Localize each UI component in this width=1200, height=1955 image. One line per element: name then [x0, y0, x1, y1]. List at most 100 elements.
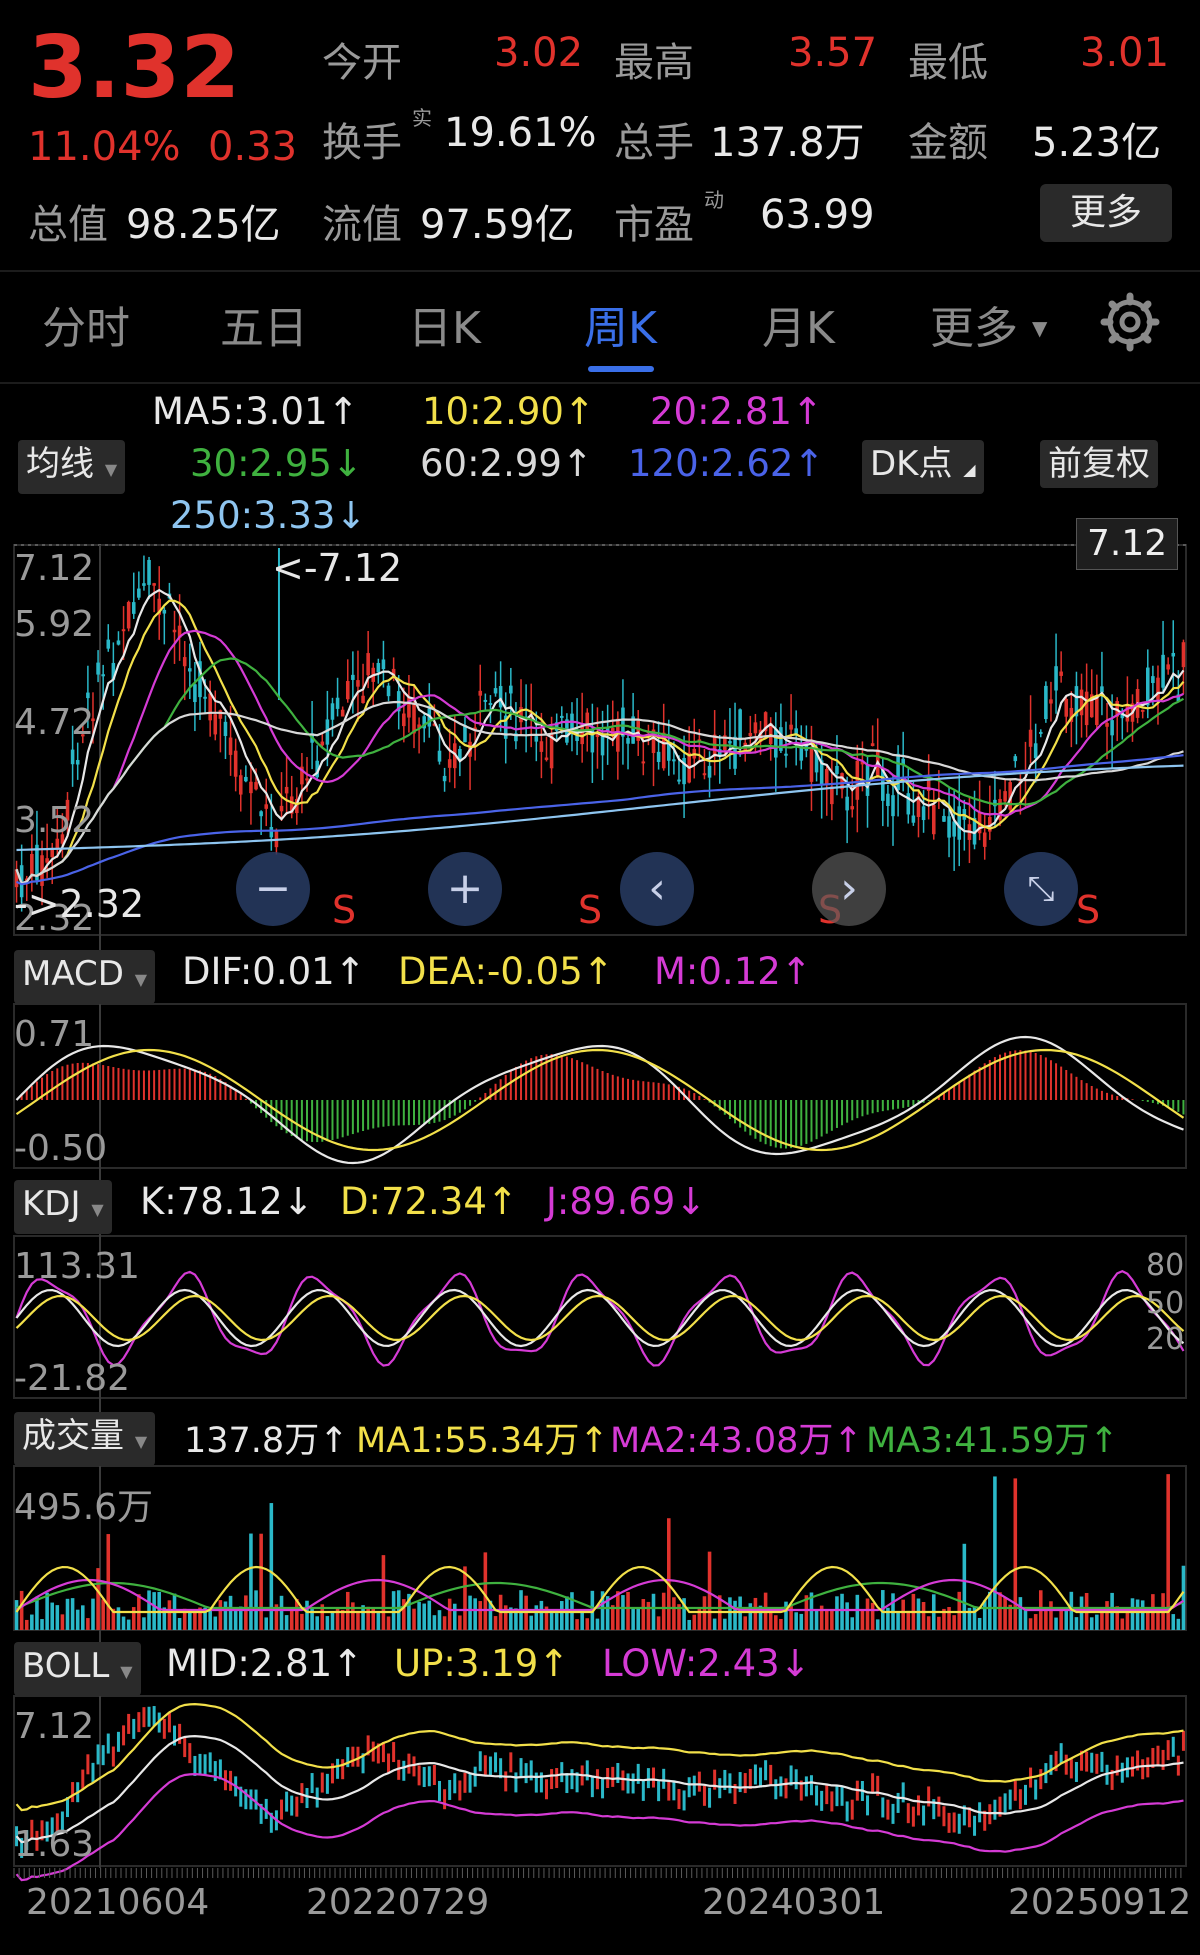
volume-bar — [977, 1617, 982, 1630]
candle-body — [626, 738, 630, 744]
volume-bar — [774, 1615, 778, 1630]
volume-bar — [906, 1610, 911, 1630]
candle-body — [1064, 699, 1069, 717]
volume-bar — [784, 1601, 788, 1630]
kdj-level-50: 50 — [1146, 1286, 1185, 1321]
volume-bar — [712, 1618, 717, 1630]
volume-bar — [565, 1596, 569, 1630]
volume-bar — [1003, 1597, 1007, 1630]
volume-bar — [1176, 1618, 1181, 1630]
volume-selector[interactable]: 成交量 ▼ — [14, 1412, 156, 1466]
candle-body — [1095, 696, 1099, 725]
volume-bar — [799, 1613, 804, 1630]
scroll-right-button[interactable]: › — [812, 852, 886, 926]
volume-bar — [483, 1552, 488, 1630]
volume-bar — [412, 1608, 416, 1630]
volume-bar — [356, 1610, 360, 1630]
volume-bar — [86, 1618, 90, 1630]
volume-bar — [50, 1602, 55, 1630]
sell-signal-marker: S — [1076, 888, 1101, 932]
candle-body — [957, 806, 962, 840]
volume-bar — [142, 1617, 146, 1630]
candle-body — [784, 753, 788, 756]
volume-bar — [75, 1609, 80, 1630]
volume-bar — [432, 1615, 437, 1630]
candle-body — [1059, 671, 1063, 676]
volume-bar — [779, 1618, 783, 1630]
candle-body — [1013, 756, 1018, 762]
macd-selector[interactable]: MACD ▼ — [14, 950, 156, 1004]
kdj-k-line — [15, 1288, 1185, 1348]
volume-bar — [672, 1597, 676, 1630]
candle-body — [1166, 664, 1170, 670]
volume-bar — [1125, 1611, 1130, 1630]
x-axis-date-1: 20210604 — [26, 1882, 210, 1923]
volume-selector-label: 成交量 — [22, 1416, 124, 1456]
boll-selector[interactable]: BOLL ▼ — [14, 1642, 141, 1696]
zoom-out-button[interactable]: − — [236, 852, 310, 926]
macd-selector-label: MACD — [22, 954, 124, 994]
candle-body — [264, 804, 269, 809]
candle-body — [361, 695, 365, 703]
candle-body — [376, 663, 381, 673]
volume-bar — [147, 1590, 151, 1630]
candle-body — [259, 811, 263, 817]
candle-body — [101, 674, 105, 677]
volume-ma3: MA3:41.59万↑ — [866, 1421, 1119, 1461]
volume-bar — [1089, 1617, 1094, 1630]
high-price-flag: 7.12 — [1076, 518, 1179, 570]
kdj-selector[interactable]: KDJ ▼ — [14, 1180, 112, 1234]
scroll-left-button[interactable]: ‹ — [620, 852, 694, 926]
volume-bar — [259, 1533, 263, 1630]
volume-bar — [621, 1595, 625, 1630]
volume-bar — [442, 1616, 447, 1630]
fullscreen-icon[interactable]: ⤡ — [1004, 852, 1078, 926]
volume-bar — [35, 1596, 39, 1630]
candle-body — [952, 821, 956, 837]
volume-bar — [707, 1551, 712, 1630]
volume-bar — [1130, 1598, 1135, 1630]
volume-bar — [753, 1597, 758, 1630]
volume-bar — [233, 1609, 238, 1630]
candle-body — [544, 757, 549, 760]
candle-body — [116, 640, 121, 645]
candle-body — [126, 601, 131, 629]
volume-bar — [1135, 1599, 1140, 1630]
candle-body — [1038, 731, 1043, 734]
volume-bar — [1059, 1610, 1063, 1630]
volume-bar — [478, 1601, 483, 1630]
candle-body — [218, 710, 223, 719]
volume-bar — [916, 1598, 921, 1630]
volume-bar — [595, 1618, 600, 1630]
volume-bar — [468, 1595, 472, 1630]
volume-bar — [723, 1618, 727, 1630]
macd-dea: DEA:-0.05↑ — [398, 950, 614, 993]
candle-body — [600, 736, 605, 756]
candle-body — [162, 609, 167, 614]
volume-bar — [840, 1593, 844, 1630]
volume-bar — [988, 1591, 992, 1630]
volume-bar — [1018, 1597, 1023, 1630]
candle-body — [539, 741, 544, 752]
kdj-panel-frame — [13, 1235, 1187, 1399]
candle-body — [249, 781, 253, 794]
kdj-y-max: 113.31 — [14, 1246, 140, 1287]
volume-bar — [1054, 1617, 1058, 1630]
volume-bar — [549, 1610, 554, 1630]
volume-ma2: MA2:43.08万↑ — [610, 1421, 863, 1461]
candle-body — [254, 782, 258, 790]
ma5-line — [15, 588, 1185, 885]
volume-bar — [850, 1617, 855, 1630]
candle-body — [1161, 654, 1165, 688]
volume-bar — [651, 1593, 656, 1630]
candle-body — [1044, 685, 1048, 720]
candle-body — [223, 721, 228, 736]
volume-bar — [244, 1595, 248, 1630]
chevron-down-icon: ▼ — [120, 1662, 133, 1681]
volume-bar — [937, 1616, 941, 1630]
zoom-in-button[interactable]: + — [428, 852, 502, 926]
volume-bar — [91, 1598, 95, 1630]
volume-bar — [743, 1616, 748, 1630]
volume-bar — [554, 1613, 559, 1630]
volume-bar — [702, 1596, 707, 1630]
